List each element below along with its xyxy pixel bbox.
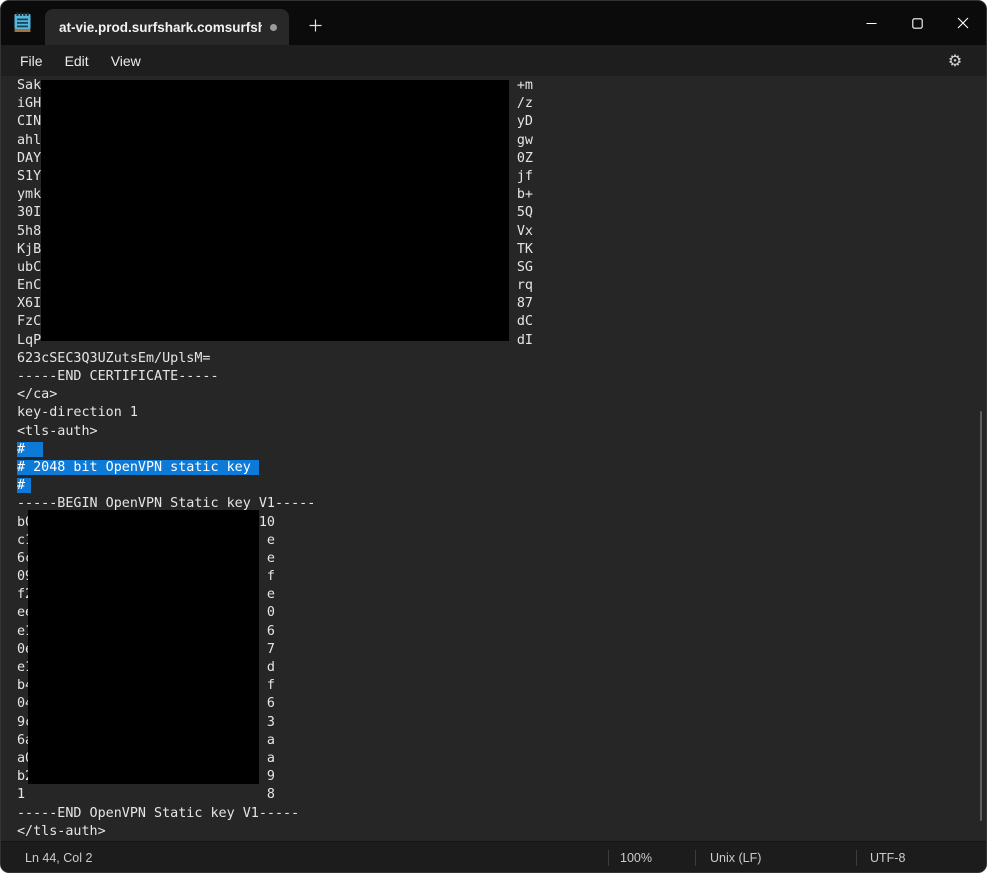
editor-line: -----END OpenVPN Static key V1----- [17,805,986,823]
selected-text: # [17,442,43,457]
line-ending: Unix (LF) [695,850,856,866]
redaction-box [41,80,509,341]
editor-line: 623cSEC3Q3UZutsEm/UplsM= [17,350,986,368]
cursor-position: Ln 44, Col 2 [1,851,608,865]
editor-line: </ca> [17,386,986,404]
encoding: UTF-8 [856,850,986,866]
editor-line: # 2048 bit OpenVPN static key [17,459,986,477]
close-button[interactable] [940,1,986,45]
editor-line: 1 8 [17,786,986,804]
titlebar: at-vie.prod.surfshark.comsurfshark [1,1,986,45]
notepad-window: at-vie.prod.surfshark.comsurfshark [0,0,987,873]
close-icon [957,17,969,29]
minimize-button[interactable] [848,1,894,45]
editor[interactable]: Sak +miGH /zCIN yDahl [1,76,986,841]
maximize-button[interactable] [894,1,940,45]
editor-line: <tls-auth> [17,423,986,441]
tab-title: at-vie.prod.surfshark.comsurfshark [59,20,262,35]
redaction-box [28,510,259,784]
zoom-level: 100% [608,850,695,866]
gear-icon: ⚙ [948,51,962,70]
unsaved-changes-dot-icon [270,24,277,31]
menu-view[interactable]: View [100,49,152,73]
settings-button[interactable]: ⚙ [938,48,972,74]
statusbar: Ln 44, Col 2 100% Unix (LF) UTF-8 [1,841,986,873]
plus-icon [309,19,322,32]
editor-line: key-direction 1 [17,404,986,422]
editor-line: # [17,441,986,459]
selected-text: # [17,478,31,493]
menu-edit[interactable]: Edit [54,49,100,73]
editor-line: # [17,477,986,495]
maximize-icon [912,18,923,29]
menu-file[interactable]: File [9,49,54,73]
editor-line: -----END CERTIFICATE----- [17,368,986,386]
vertical-scrollbar-thumb[interactable] [980,411,982,821]
window-controls [848,1,986,45]
minimize-icon [866,18,877,29]
tab-document[interactable]: at-vie.prod.surfshark.comsurfshark [45,9,289,45]
selected-text: # 2048 bit OpenVPN static key [17,460,259,475]
editor-line: </tls-auth> [17,823,986,841]
new-tab-button[interactable] [299,9,331,41]
menubar: File Edit View ⚙ [1,45,986,76]
notepad-app-icon [1,1,45,45]
notepad-icon [13,11,33,35]
